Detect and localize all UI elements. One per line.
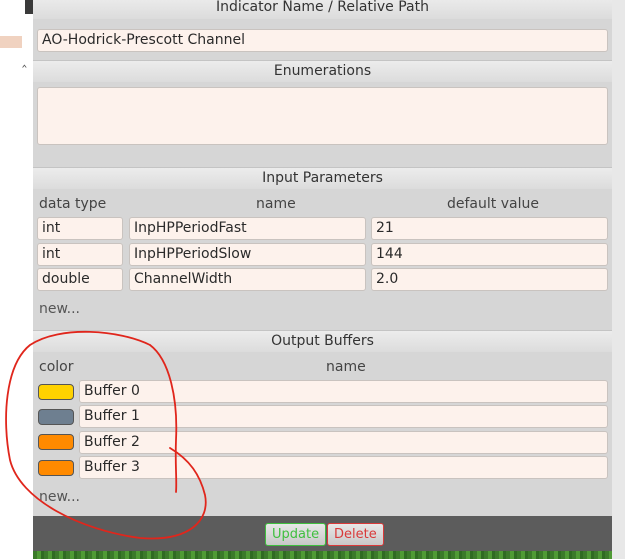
indicator-name-field[interactable]: AO-Hodrick-Prescott Channel xyxy=(37,29,608,52)
background-app-edge xyxy=(25,0,33,14)
buffer-name-field[interactable]: Buffer 1 xyxy=(79,405,608,428)
chevron-icon: ‸ xyxy=(22,52,27,68)
column-header-buffer-name: name xyxy=(326,359,366,375)
buffer-color-swatch[interactable] xyxy=(38,384,74,400)
input-parameters-header: Input Parameters xyxy=(33,167,612,189)
param-name-field[interactable]: InpHPPeriodSlow xyxy=(129,243,366,266)
new-parameter-link[interactable]: new... xyxy=(39,301,80,317)
buffer-color-swatch[interactable] xyxy=(38,460,74,476)
panel-footer: Update Delete xyxy=(33,516,612,551)
indicator-name-header: Indicator Name / Relative Path xyxy=(33,0,612,19)
column-header-color: color xyxy=(39,359,74,375)
background-scene-strip xyxy=(33,551,612,559)
update-button[interactable]: Update xyxy=(265,523,327,546)
param-type-field[interactable]: int xyxy=(37,217,123,240)
buffer-color-swatch[interactable] xyxy=(38,409,74,425)
buffer-color-swatch[interactable] xyxy=(38,434,74,450)
param-default-field[interactable]: 21 xyxy=(371,217,608,240)
buffer-name-field[interactable]: Buffer 0 xyxy=(79,380,608,403)
param-default-field[interactable]: 2.0 xyxy=(371,268,608,291)
new-buffer-link[interactable]: new... xyxy=(39,489,80,505)
column-header-data-type: data type xyxy=(39,196,107,212)
column-header-name: name xyxy=(256,196,296,212)
enumerations-textarea[interactable] xyxy=(37,87,608,145)
window-edge xyxy=(612,0,625,559)
buffer-name-field[interactable]: Buffer 3 xyxy=(79,456,608,479)
param-default-field[interactable]: 144 xyxy=(371,243,608,266)
output-buffers-header: Output Buffers xyxy=(33,330,612,352)
delete-button[interactable]: Delete xyxy=(327,523,384,546)
param-type-field[interactable]: int xyxy=(37,243,123,266)
column-header-default-value: default value xyxy=(447,196,539,212)
enumerations-header: Enumerations xyxy=(33,60,612,82)
indicator-editor-panel: Indicator Name / Relative Path AO-Hodric… xyxy=(33,0,612,559)
buffer-name-field[interactable]: Buffer 2 xyxy=(79,431,608,454)
param-type-field[interactable]: double xyxy=(37,268,123,291)
param-name-field[interactable]: InpHPPeriodFast xyxy=(129,217,366,240)
background-app-tab xyxy=(0,36,22,48)
background-app-strip: ‸ xyxy=(0,0,33,559)
param-name-field[interactable]: ChannelWidth xyxy=(129,268,366,291)
